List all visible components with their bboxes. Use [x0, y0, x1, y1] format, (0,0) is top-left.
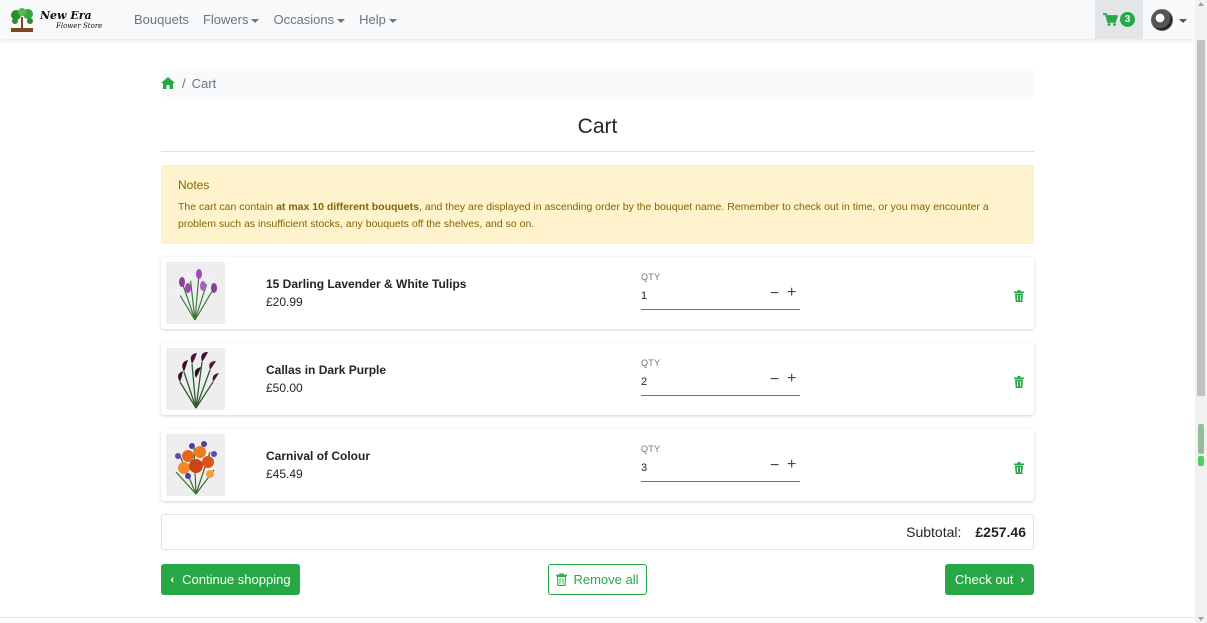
quantity-input[interactable] [641, 376, 741, 388]
notes-bold-text: at max 10 different bouquets [276, 201, 420, 213]
scrollbar-marker [1198, 424, 1204, 454]
bouquet-image[interactable] [166, 348, 225, 410]
shopping-cart-icon [1102, 13, 1118, 26]
quantity-stepper: QTY − + [641, 358, 800, 396]
item-name[interactable]: 15 Darling Lavender & White Tulips [266, 277, 466, 291]
checkout-button[interactable]: Check out › [945, 564, 1034, 595]
main-container: / Cart Cart Notes The cart can contain a… [161, 69, 1034, 595]
item-name[interactable]: Carnival of Colour [266, 449, 370, 463]
nav-dropdown-help[interactable]: Help [359, 12, 397, 27]
item-price: £45.49 [266, 467, 303, 481]
trash-icon [1014, 462, 1024, 474]
subtotal-label: Subtotal: [906, 524, 962, 540]
remove-item-button[interactable] [1014, 289, 1024, 307]
breadcrumb-separator: / [182, 75, 186, 91]
nav-dropdown-flowers[interactable]: Flowers [203, 12, 260, 27]
caret-down-icon [388, 18, 397, 23]
item-name[interactable]: Callas in Dark Purple [266, 363, 386, 377]
breadcrumb-current: Cart [191, 75, 217, 91]
item-price: £20.99 [266, 295, 303, 309]
continue-shopping-label: Continue shopping [182, 572, 291, 587]
remove-item-button[interactable] [1014, 375, 1024, 393]
continue-shopping-button[interactable]: ‹ Continue shopping [161, 564, 300, 595]
trash-outline-icon [556, 573, 568, 586]
page-title: Cart [161, 114, 1034, 152]
cart-items-list: 15 Darling Lavender & White Tulips £20.9… [161, 257, 1034, 501]
quantity-input[interactable] [641, 290, 741, 302]
quantity-stepper: QTY − + [641, 272, 800, 310]
notes-body: The cart can contain at max 10 different… [178, 199, 1017, 233]
notes-text: The cart can contain [178, 201, 277, 213]
avatar [1151, 8, 1173, 31]
cart-item: Carnival of Colour £45.49 QTY − + [161, 429, 1034, 501]
trash-icon [1014, 376, 1024, 388]
decrease-qty-button[interactable]: − [770, 371, 779, 389]
remove-all-button[interactable]: Remove all [548, 564, 647, 595]
increase-qty-button[interactable]: + [787, 370, 796, 388]
notes-alert: Notes The cart can contain at max 10 dif… [161, 165, 1034, 244]
qty-label: QTY [641, 358, 661, 368]
scrollbar-thumb[interactable] [1197, 40, 1205, 396]
trash-icon [1014, 290, 1024, 302]
breadcrumb-home[interactable] [161, 77, 175, 89]
nav-link-label: Occasions [273, 12, 335, 27]
quantity-stepper: QTY − + [641, 444, 800, 482]
cart-actions: ‹ Continue shopping Remove all Check out… [161, 564, 1034, 595]
page-scrollbar[interactable] [1195, 0, 1207, 623]
nav-link-label: Flowers [202, 12, 249, 27]
increase-qty-button[interactable]: + [787, 456, 796, 474]
brand-logo[interactable]: New Era Flower Store [0, 0, 126, 39]
caret-down-icon [1179, 18, 1187, 23]
scrollbar-marker [1198, 456, 1204, 466]
decrease-qty-button[interactable]: − [770, 457, 779, 475]
qty-label: QTY [641, 444, 661, 454]
cart-item: 15 Darling Lavender & White Tulips £20.9… [161, 257, 1034, 329]
caret-down-icon [251, 18, 260, 23]
bouquet-image[interactable] [166, 262, 225, 324]
home-icon [161, 77, 175, 89]
page-divider [0, 617, 1195, 618]
nav-dropdown-occasions[interactable]: Occasions [273, 12, 346, 27]
subtotal-value: £257.46 [975, 524, 1026, 540]
quantity-input[interactable] [641, 462, 741, 474]
checkout-label: Check out [954, 572, 1014, 587]
remove-all-label: Remove all [573, 572, 639, 587]
brand-subtitle: Flower Store [56, 21, 103, 30]
notes-title: Notes [178, 178, 210, 192]
chevron-left-icon: ‹ [170, 573, 175, 586]
remove-item-button[interactable] [1014, 461, 1024, 479]
qty-label: QTY [641, 272, 661, 282]
increase-qty-button[interactable]: + [787, 284, 796, 302]
subtotal-bar: Subtotal: £257.46 [161, 514, 1034, 550]
tree-logo-icon [11, 7, 33, 32]
user-menu-button[interactable] [1143, 0, 1195, 39]
cart-button[interactable]: 3 [1095, 0, 1143, 39]
cart-item: Callas in Dark Purple £50.00 QTY − + [161, 343, 1034, 415]
scroll-down-arrow-icon[interactable] [1198, 617, 1204, 621]
brand-name: New Era [40, 8, 92, 22]
decrease-qty-button[interactable]: − [770, 285, 779, 303]
bouquet-image[interactable] [166, 434, 225, 496]
caret-down-icon [337, 18, 346, 23]
nav-link-bouquets[interactable]: Bouquets [134, 12, 189, 27]
cart-count-badge: 3 [1119, 12, 1136, 27]
nav-link-label: Help [359, 12, 386, 27]
nav-link-label: Bouquets [134, 12, 189, 27]
breadcrumb: / Cart [161, 69, 1034, 97]
item-price: £50.00 [266, 381, 303, 395]
chevron-right-icon: › [1020, 573, 1025, 586]
scroll-up-arrow-icon[interactable] [1198, 2, 1204, 6]
top-navbar: New Era Flower Store Bouquets Flowers Oc… [0, 0, 1195, 39]
